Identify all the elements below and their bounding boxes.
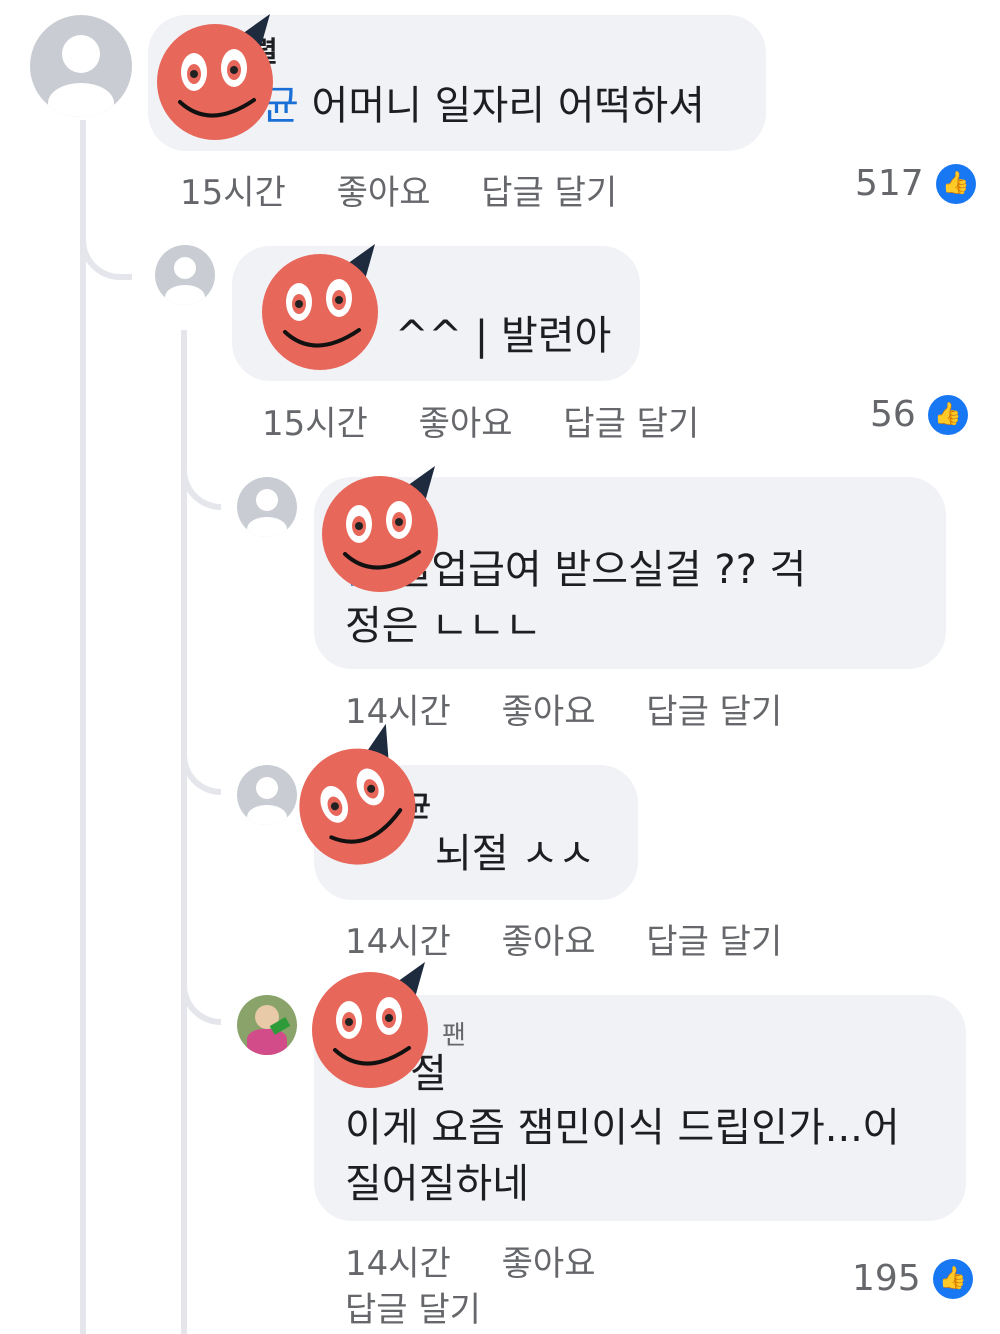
timestamp: 14시간 (345, 692, 451, 732)
like-button[interactable]: 좋아요 (502, 692, 596, 732)
avatar[interactable] (155, 245, 215, 305)
devil-face-sticker (260, 242, 380, 370)
comment-text: 균 어머니 일자리 어떡하셔 (262, 83, 705, 129)
like-button[interactable]: 좋아요 (419, 404, 513, 444)
comment-meta: 14시간 좋아요 답글 달기 (345, 684, 822, 733)
thread-curve-1 (80, 240, 132, 280)
like-count[interactable]: 517 👍 (855, 163, 976, 204)
devil-face-sticker (320, 464, 440, 592)
timestamp: 14시간 (345, 1244, 451, 1284)
like-button[interactable]: 좋아요 (337, 173, 431, 213)
like-button[interactable]: 좋아요 (502, 922, 596, 962)
thread-line-main (80, 120, 86, 1334)
devil-face-sticker (155, 12, 275, 140)
like-count[interactable]: 56 👍 (870, 394, 968, 435)
thread-curve-4 (181, 985, 221, 1025)
thumbs-up-icon: 👍 (927, 394, 968, 435)
devil-face-sticker (310, 960, 430, 1088)
thread-curve-3 (181, 755, 221, 795)
reply-button[interactable]: 답글 달기 (345, 1282, 481, 1331)
comment-text: 이게 요즘 잼민이식 드립인가...어 질어질하네 (345, 1105, 900, 1207)
comment-text: ^^ | 발련아 (395, 313, 612, 359)
thumbs-up-icon: 👍 (932, 1258, 973, 1299)
avatar[interactable] (237, 477, 297, 537)
comment-meta: 15시간 좋아요 답글 달기 (180, 165, 657, 214)
comment-text: 뇌절 ㅅㅅ (435, 831, 595, 877)
thumbs-up-icon: 👍 (935, 163, 976, 204)
reply-button[interactable]: 답글 달기 (646, 692, 782, 732)
like-count[interactable]: 195 👍 (852, 1258, 973, 1299)
timestamp: 15시간 (180, 173, 286, 213)
avatar-photo[interactable] (237, 995, 297, 1055)
reply-button[interactable]: 답글 달기 (481, 173, 617, 213)
comment-meta: 15시간 좋아요 답글 달기 (262, 396, 739, 445)
reply-button[interactable]: 답글 달기 (563, 404, 699, 444)
reply-button[interactable]: 답글 달기 (646, 922, 782, 962)
avatar[interactable] (30, 15, 132, 117)
thread-curve-2 (181, 470, 221, 510)
timestamp: 14시간 (345, 922, 451, 962)
like-button[interactable]: 좋아요 (502, 1244, 596, 1284)
timestamp: 15시간 (262, 404, 368, 444)
comment-meta: 14시간 좋아요 답글 달기 (345, 914, 822, 963)
comment-meta: 14시간 좋아요 (345, 1236, 645, 1285)
